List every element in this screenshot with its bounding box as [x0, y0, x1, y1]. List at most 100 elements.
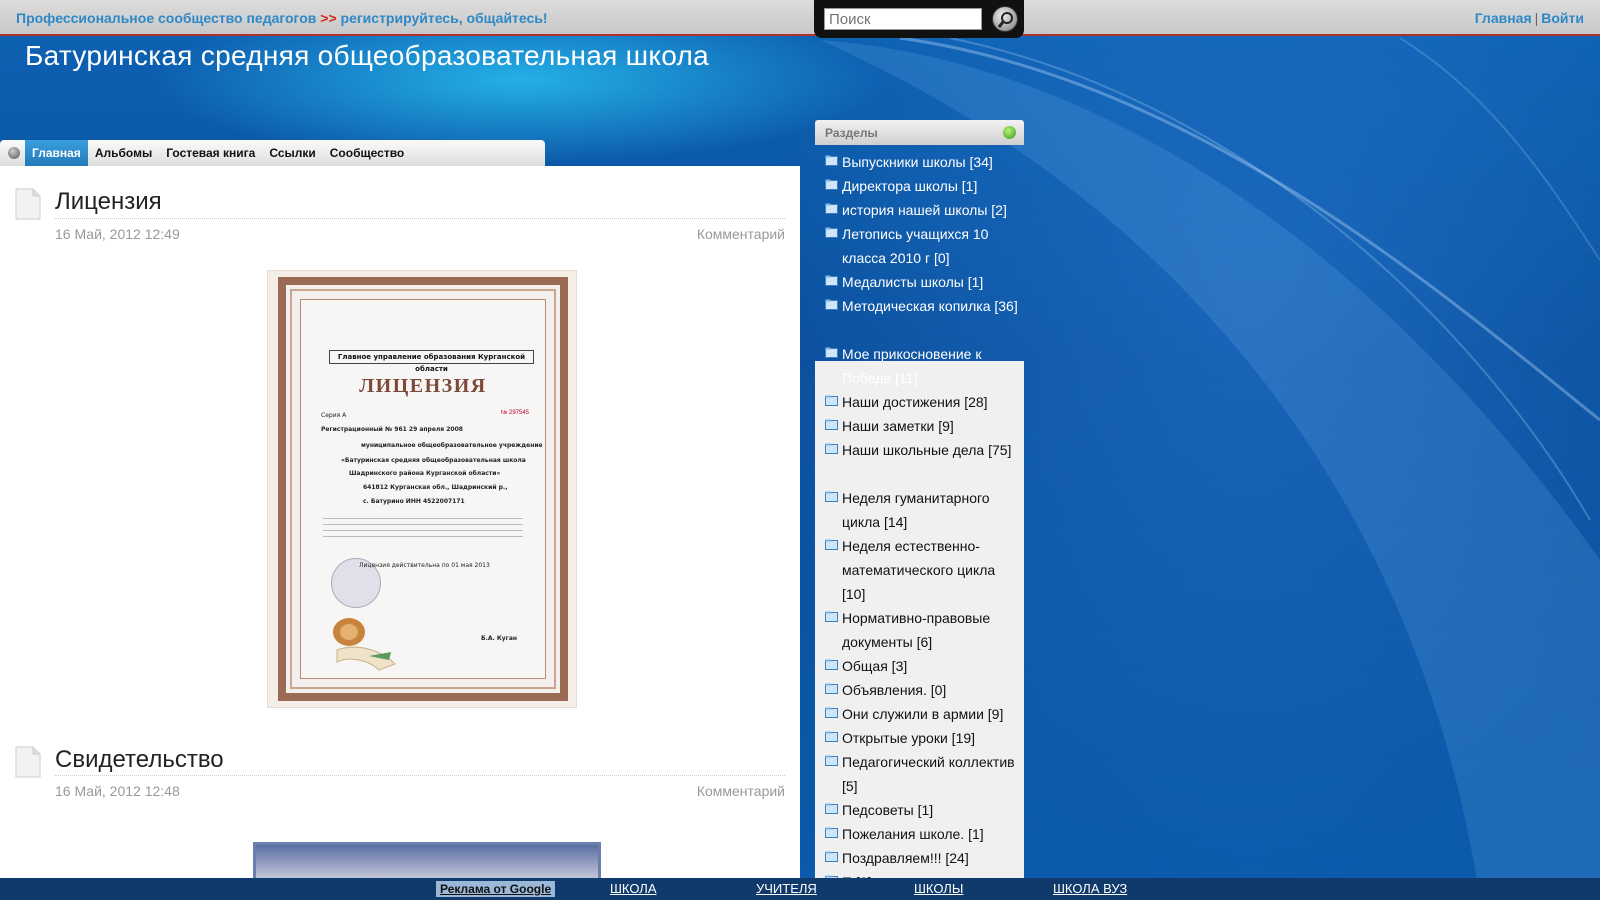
category-item[interactable]: Они служили в армии [9]	[815, 702, 1024, 726]
category-label[interactable]: Педсоветы [1]	[842, 802, 933, 818]
category-item[interactable]: Летопись учащихся 10 класса 2010 г [0]	[815, 222, 1024, 270]
category-label[interactable]: история нашей школы [2]	[842, 202, 1007, 218]
folder-icon	[825, 731, 838, 742]
category-label[interactable]: Объявления. [0]	[842, 682, 946, 698]
top-links: Главная | Войти	[1475, 10, 1584, 26]
site-title[interactable]: Батуринская средняя общеобразовательная …	[25, 40, 709, 72]
post-title[interactable]: Лицензия	[55, 188, 162, 216]
divider	[55, 775, 785, 776]
category-label[interactable]: Директора школы [1]	[842, 178, 977, 194]
category-label[interactable]: Методическая копилка [36]	[842, 298, 1018, 314]
promo-banner[interactable]: Профессиональное сообщество педагогов >>…	[16, 10, 548, 26]
category-item[interactable]: Директора школы [1]	[815, 174, 1024, 198]
license-image[interactable]: Главное управление образования Курганско…	[267, 270, 577, 708]
category-item[interactable]: Медалисты школы [1]	[815, 270, 1024, 294]
category-item[interactable]: Выпускники школы [34]	[815, 150, 1024, 174]
category-item[interactable]: Педагогический коллектив [5]	[815, 750, 1024, 798]
login-link[interactable]: Войти	[1541, 10, 1584, 26]
category-item[interactable]: Наши достижения [28]	[815, 390, 1024, 414]
divider	[55, 218, 785, 219]
category-label[interactable]: Нормативно-правовые документы [6]	[842, 610, 990, 650]
post-date: 16 Май, 2012 12:49	[55, 226, 180, 242]
category-label[interactable]: Пожелания школе. [1]	[842, 826, 984, 842]
category-item[interactable]: Неделя гуманитарного цикла [14]	[815, 486, 1024, 534]
tab-links[interactable]: Ссылки	[262, 140, 322, 166]
category-item[interactable]: Наши школьные дела [75]	[815, 438, 1024, 486]
category-label[interactable]: Мое прикосновение к Победе [11]	[842, 346, 981, 386]
category-item[interactable]: Педсоветы [1]	[815, 798, 1024, 822]
category-label[interactable]: Поздравляем!!! [24]	[842, 850, 969, 866]
main-nav: Главная Альбомы Гостевая книга Ссылки Со…	[0, 140, 545, 166]
folder-icon	[825, 755, 838, 766]
google-ads-label[interactable]: Реклама от Google	[436, 881, 556, 897]
license-org-1: муниципальное общеобразовательное учрежд…	[361, 442, 543, 449]
certificate-image[interactable]	[253, 842, 601, 878]
category-label[interactable]: Наши школьные дела [75]	[842, 442, 1011, 458]
search-box	[814, 0, 1024, 38]
category-label[interactable]: Общая [3]	[842, 658, 907, 674]
category-item[interactable]: Общая [3]	[815, 654, 1024, 678]
category-label[interactable]: Неделя естественно-математического цикла…	[842, 538, 995, 602]
comment-link[interactable]: Комментарий	[697, 226, 785, 242]
search-input[interactable]	[824, 8, 982, 30]
category-item[interactable]: Пожелания школе. [1]	[815, 822, 1024, 846]
folder-icon	[825, 275, 838, 286]
folder-icon	[825, 179, 838, 190]
category-label[interactable]: Педагогический коллектив [5]	[842, 754, 1015, 794]
license-text-line	[323, 524, 523, 525]
category-item[interactable]: Нормативно-правовые документы [6]	[815, 606, 1024, 654]
folder-icon	[825, 443, 838, 454]
category-item[interactable]: Методическая копилка [36]	[815, 294, 1024, 342]
category-item[interactable]: Мое прикосновение к Победе [11]	[815, 342, 1024, 390]
category-item[interactable]: Неделя естественно-математического цикла…	[815, 534, 1024, 606]
license-org-3: Шадринского района Курганской области»	[349, 470, 501, 477]
tab-albums[interactable]: Альбомы	[88, 140, 159, 166]
license-org-2: «Батуринская средняя общеобразовательная…	[341, 457, 526, 464]
category-label[interactable]: Наши достижения [28]	[842, 394, 988, 410]
post-title[interactable]: Свидетельство	[55, 746, 224, 774]
folder-icon	[825, 491, 838, 502]
promo-text[interactable]: Профессиональное сообщество педагогов	[16, 10, 316, 26]
nav-bullet-icon	[8, 147, 20, 159]
folder-icon	[825, 803, 838, 814]
footer-link-teachers[interactable]: УЧИТЕЛЯ	[756, 881, 817, 896]
main-content: Лицензия 16 Май, 2012 12:49 Комментарий …	[0, 166, 800, 878]
footer-ad-bar: Реклама от Google ШКОЛА УЧИТЕЛЯ ШКОЛЫ ШК…	[0, 878, 1600, 900]
post-date: 16 Май, 2012 12:48	[55, 783, 180, 799]
category-item[interactable]: Объявления. [0]	[815, 678, 1024, 702]
tab-guestbook[interactable]: Гостевая книга	[159, 140, 262, 166]
tab-home[interactable]: Главная	[25, 140, 88, 166]
promo-arrows: >>	[320, 10, 337, 26]
footer-link-school[interactable]: ШКОЛА	[610, 881, 657, 896]
category-label[interactable]: Они служили в армии [9]	[842, 706, 1003, 722]
category-item[interactable]: Поздравляем!!! [24]	[815, 846, 1024, 870]
folder-icon	[825, 851, 838, 862]
license-series: Серия А	[321, 412, 347, 419]
category-label[interactable]: Наши заметки [9]	[842, 418, 954, 434]
footer-link-school-university[interactable]: ШКОЛА ВУЗ	[1053, 881, 1127, 896]
category-label[interactable]: Выпускники школы [34]	[842, 154, 993, 170]
license-reg: Регистрационный № 961 29 апреля 2008	[321, 426, 463, 433]
folder-icon	[825, 659, 838, 670]
comment-link[interactable]: Комментарий	[697, 783, 785, 799]
footer-link-schools[interactable]: ШКОЛЫ	[914, 881, 963, 896]
license-signer: Б.А. Куган	[481, 635, 518, 642]
folder-icon	[825, 347, 838, 358]
tab-community[interactable]: Сообщество	[323, 140, 411, 166]
search-icon	[997, 12, 1013, 28]
search-button[interactable]	[992, 6, 1018, 32]
category-label[interactable]: Медалисты школы [1]	[842, 274, 983, 290]
category-item[interactable]: история нашей школы [2]	[815, 198, 1024, 222]
category-item[interactable]: Открытые уроки [19]	[815, 726, 1024, 750]
category-label[interactable]: Неделя гуманитарного цикла [14]	[842, 490, 990, 530]
promo-register-link[interactable]: регистрируйтесь, общайтесь!	[341, 10, 548, 26]
folder-icon	[825, 827, 838, 838]
category-label[interactable]: Летопись учащихся 10 класса 2010 г [0]	[842, 226, 988, 266]
category-label[interactable]: Открытые уроки [19]	[842, 730, 975, 746]
top-home-link[interactable]: Главная	[1475, 10, 1532, 26]
folder-icon	[825, 155, 838, 166]
folder-icon	[825, 539, 838, 550]
license-title: ЛИЦЕНЗИЯ	[359, 375, 487, 397]
scroll-seal-icon	[333, 618, 396, 671]
category-item[interactable]: Наши заметки [9]	[815, 414, 1024, 438]
